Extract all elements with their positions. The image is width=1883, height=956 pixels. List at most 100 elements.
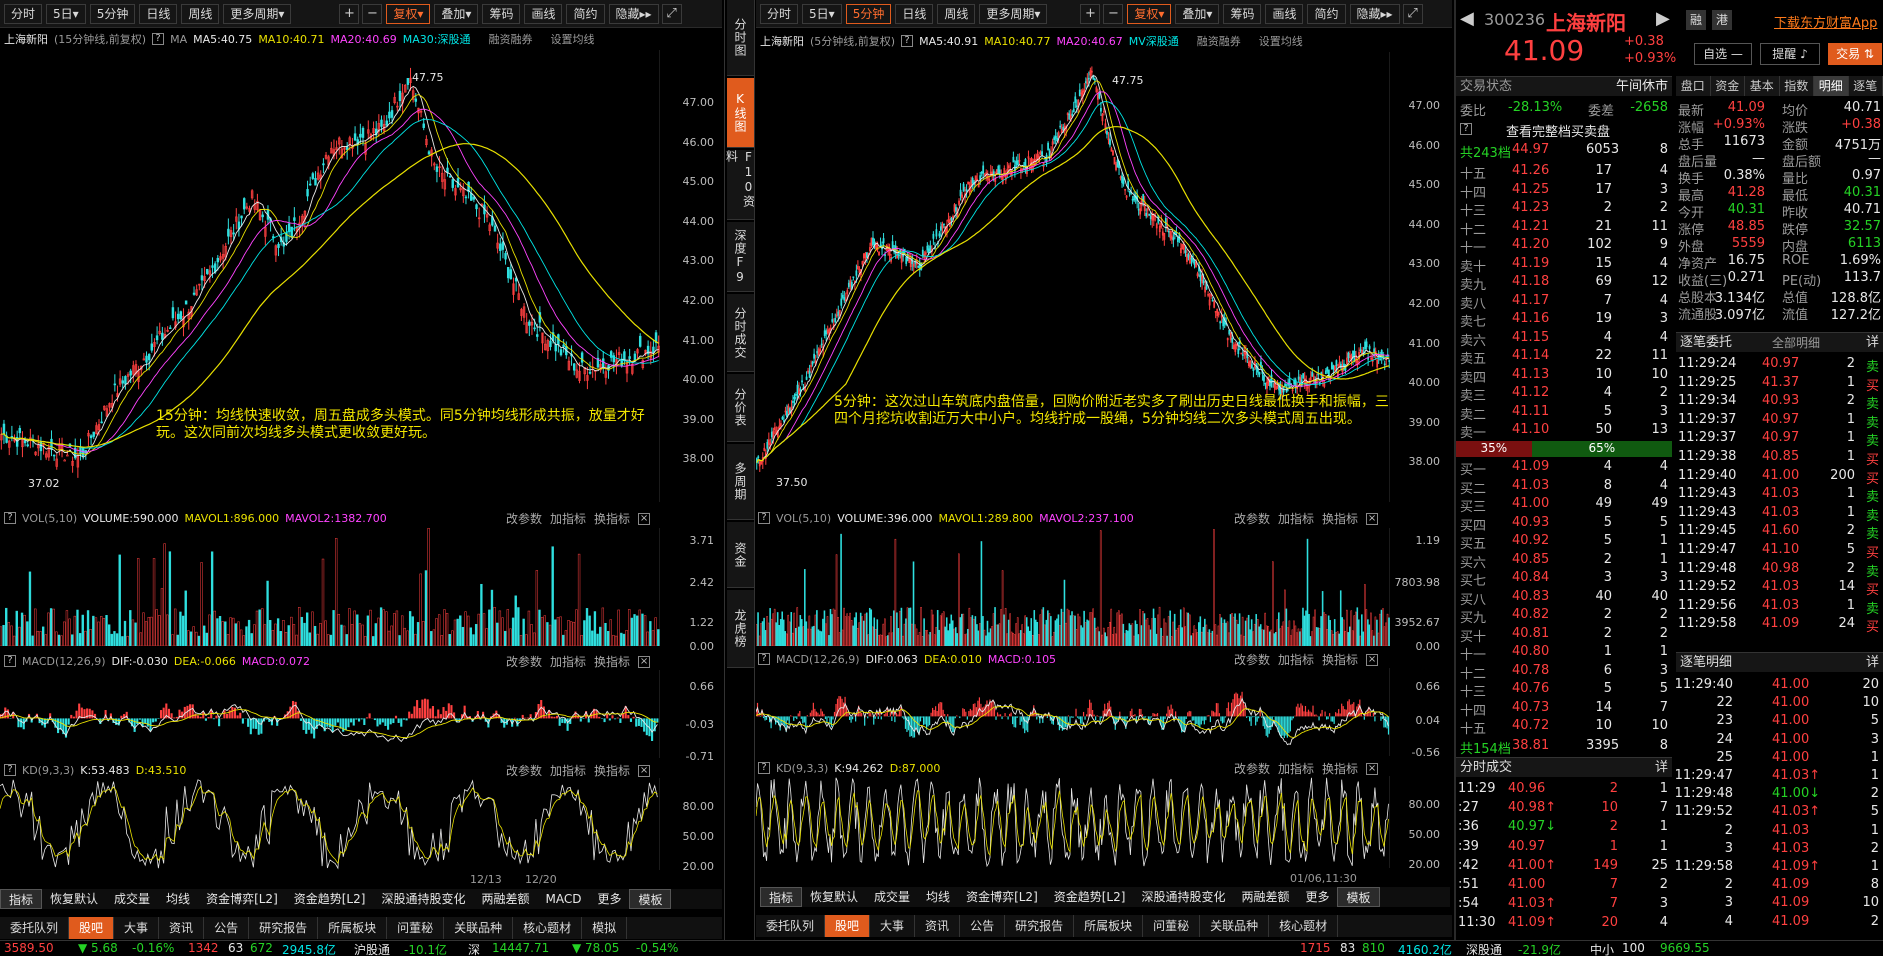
ind_tabs-1[interactable]: 恢复默认	[42, 889, 106, 909]
side-tab-2[interactable]: 基本	[1745, 76, 1780, 96]
zbmx-detail-button[interactable]: 详	[1866, 653, 1879, 673]
bottom_tabs-5[interactable]: 研究报告	[249, 917, 319, 939]
ind_tabs_r-0[interactable]: 指标	[760, 887, 803, 907]
ind_tabs_r-1[interactable]: 恢复默认	[802, 887, 866, 907]
order-row[interactable]: 卖二 41.11 5 3	[1456, 404, 1672, 423]
zoom-out-icon[interactable]: −	[1103, 3, 1124, 24]
zoom-in-icon[interactable]: +	[339, 3, 360, 24]
bottom_tabs_r-8[interactable]: 关联品种	[1200, 915, 1270, 937]
side-tab-5[interactable]: 逐笔	[1848, 76, 1883, 96]
bottom_tabs-10[interactable]: 模拟	[582, 917, 628, 939]
vtab-0[interactable]: 分时图	[727, 0, 754, 76]
left-fuquan-dropdown[interactable]: 复权▾	[386, 3, 431, 24]
order-row[interactable]: 买一 41.09 4 4	[1456, 459, 1672, 478]
bottom_tabs_r-4[interactable]: 公告	[960, 915, 1006, 937]
left-overlay-dropdown[interactable]: 叠加▾	[434, 3, 479, 24]
fullscreen-icon[interactable]: ⤢	[1402, 3, 1423, 24]
close-icon[interactable]: ×	[638, 764, 651, 777]
right-fuquan-dropdown[interactable]: 复权▾	[1127, 3, 1172, 24]
margin-trading-link[interactable]: 融资融券	[1197, 33, 1241, 49]
switch-indicator-button[interactable]: 换指标	[594, 510, 630, 527]
bottom_tabs_r-2[interactable]: 大事	[870, 915, 916, 937]
bottom_tabs_r-1[interactable]: 股吧	[825, 915, 871, 937]
order-row[interactable]: 卖八 41.17 7 4	[1456, 293, 1672, 312]
order-row[interactable]: 买九 40.82 2 2	[1456, 607, 1672, 626]
download-app-link[interactable]: 下载东方财富App	[1774, 12, 1877, 31]
close-icon[interactable]: ×	[638, 512, 651, 525]
add-indicator-button[interactable]: 加指标	[550, 510, 586, 527]
left-period-daily[interactable]: 日线	[139, 3, 178, 24]
ind_tabs-7[interactable]: 两融差额	[473, 889, 537, 909]
ind_tabs-0[interactable]: 指标	[0, 889, 43, 909]
right-hide-button[interactable]: 隐藏▸▸	[1349, 3, 1400, 24]
bottom_tabs_r-9[interactable]: 核心题材	[1269, 915, 1339, 937]
vtab-2[interactable]: F10资料	[725, 150, 756, 220]
bottom_tabs_r-6[interactable]: 所属板块	[1074, 915, 1144, 937]
help-icon[interactable]: ?	[4, 655, 16, 667]
add-indicator-button[interactable]: 加指标	[1278, 760, 1314, 777]
edit-params-button[interactable]: 改参数	[506, 653, 542, 670]
bottom_tabs-2[interactable]: 大事	[114, 917, 160, 939]
right-period-more[interactable]: 更多周期▾	[979, 3, 1048, 24]
bottom_tabs-8[interactable]: 关联品种	[444, 917, 514, 939]
add-watchlist-button[interactable]: 自选 —	[1694, 43, 1752, 65]
ind_tabs-2[interactable]: 成交量	[106, 889, 158, 909]
edit-params-button[interactable]: 改参数	[506, 510, 542, 527]
help-icon[interactable]: ?	[758, 653, 770, 665]
help-icon[interactable]: ?	[4, 764, 16, 776]
order-row[interactable]: 十五 40.72 10 10	[1456, 718, 1672, 737]
order-row[interactable]: 买七 40.84 3 3	[1456, 570, 1672, 589]
vtab-5[interactable]: 分价表	[727, 374, 754, 442]
order-row[interactable]: 买五 40.92 5 1	[1456, 533, 1672, 552]
right-period-daily[interactable]: 日线	[895, 3, 934, 24]
order-row[interactable]: 十三 40.76 5 5	[1456, 681, 1672, 700]
ind_tabs-3[interactable]: 均线	[158, 889, 198, 909]
add-indicator-button[interactable]: 加指标	[550, 762, 586, 779]
vtab-3[interactable]: 深度F9	[727, 222, 754, 292]
ind_tabs_r-7[interactable]: 两融差额	[1233, 887, 1297, 907]
zoom-out-icon[interactable]: −	[362, 3, 383, 24]
bottom_tabs-7[interactable]: 问董秘	[387, 917, 445, 939]
bottom_tabs-9[interactable]: 核心题材	[513, 917, 583, 939]
right-period-5min[interactable]: 5分钟	[845, 3, 892, 24]
left-period-fenshi[interactable]: 分时	[4, 3, 43, 24]
bottom_tabs-4[interactable]: 公告	[204, 917, 250, 939]
next-stock-icon[interactable]: ▶	[1656, 8, 1670, 29]
order-row[interactable]: 卖六 41.15 4 4	[1456, 330, 1672, 349]
ind_tabs_r-2[interactable]: 成交量	[866, 887, 918, 907]
order-row[interactable]: 卖四 41.13 10 10	[1456, 367, 1672, 386]
help-icon[interactable]: ?	[758, 512, 770, 524]
right-kline-chart[interactable]	[756, 52, 1390, 502]
left-period-weekly[interactable]: 周线	[181, 3, 220, 24]
order-row[interactable]: 买六 40.85 2 1	[1456, 552, 1672, 571]
left-draw-button[interactable]: 画线	[524, 3, 563, 24]
ind_tabs_r-3[interactable]: 均线	[918, 887, 958, 907]
order-row[interactable]: 卖九 41.18 69 12	[1456, 274, 1672, 293]
ind_tabs_r-6[interactable]: 深股通持股变化	[1133, 887, 1233, 907]
edit-params-button[interactable]: 改参数	[1234, 651, 1270, 668]
right-simple-button[interactable]: 简约	[1307, 3, 1346, 24]
trade-button[interactable]: 交易 ⇅	[1828, 43, 1882, 65]
ind_tabs_r-4[interactable]: 资金博弈[L2]	[958, 887, 1046, 907]
ind_tabs_r-5[interactable]: 资金趋势[L2]	[1046, 887, 1134, 907]
add-indicator-button[interactable]: 加指标	[1278, 651, 1314, 668]
order-row[interactable]: 十二 41.21 21 11	[1456, 219, 1672, 238]
help-icon[interactable]: ?	[901, 35, 914, 47]
bottom_tabs-6[interactable]: 所属板块	[318, 917, 388, 939]
right-period-fenshi[interactable]: 分时	[760, 3, 799, 24]
right-period-5day[interactable]: 5日▾	[802, 3, 842, 24]
ind_tabs_r-9[interactable]: 模板	[1337, 887, 1380, 907]
side-tab-3[interactable]: 指数	[1779, 76, 1814, 96]
left-period-5min[interactable]: 5分钟	[89, 3, 136, 24]
close-icon[interactable]: ×	[1366, 762, 1379, 775]
full-depth-link[interactable]: 查看完整档买卖盘	[1506, 121, 1610, 140]
edit-params-button[interactable]: 改参数	[506, 762, 542, 779]
right-overlay-dropdown[interactable]: 叠加▾	[1175, 3, 1220, 24]
order-row[interactable]: 买三 41.00 49 49	[1456, 496, 1672, 515]
right-chip-button[interactable]: 筹码	[1223, 3, 1262, 24]
bottom_tabs-1[interactable]: 股吧	[69, 917, 115, 939]
vtab-6[interactable]: 多周期	[727, 444, 754, 520]
zoom-in-icon[interactable]: +	[1080, 3, 1101, 24]
ind_tabs-8[interactable]: MACD	[537, 889, 589, 909]
order-row[interactable]: 买十 40.81 2 2	[1456, 626, 1672, 645]
